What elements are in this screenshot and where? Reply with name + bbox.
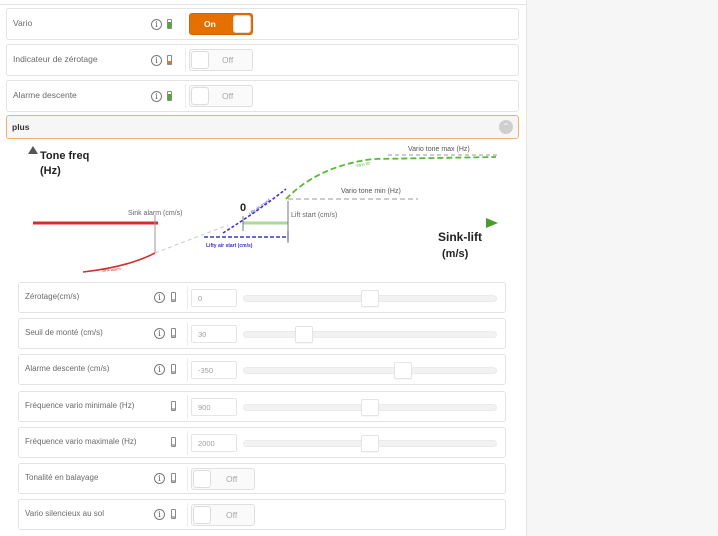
info-icon[interactable]: i <box>154 328 165 339</box>
setting-label: Indicateur de zérotage <box>13 54 98 64</box>
setting-label: Vario silencieux au sol <box>25 509 105 518</box>
slider-track[interactable] <box>243 367 497 374</box>
info-icon[interactable]: i <box>151 91 162 102</box>
row-separator <box>185 48 186 72</box>
row-separator <box>187 431 188 455</box>
battery-icon <box>171 364 176 374</box>
battery-icon <box>167 19 172 29</box>
vario-toggle[interactable]: On <box>189 13 253 35</box>
y-axis-unit: (Hz) <box>40 165 61 177</box>
slider-thumb[interactable] <box>361 290 379 307</box>
setting-row-zerotage-indicator: Indicateur de zérotage i Off <box>6 44 519 76</box>
info-icon[interactable]: i <box>154 364 165 375</box>
battery-icon <box>167 91 172 101</box>
x-axis-arrow <box>486 218 498 228</box>
toggle-knob <box>191 87 209 105</box>
setting-row-vario: Vario i On <box>6 8 519 40</box>
battery-icon <box>171 509 176 519</box>
battery-icon <box>171 473 176 483</box>
lifty-air-curve-label: Lifty air sound <box>248 197 271 215</box>
value-input[interactable]: 2000 <box>191 434 237 452</box>
sink-alarm-curve-label: Sink alarm <box>102 266 122 273</box>
lifty-air-start-label: Lifty air start (cm/s) <box>206 243 253 249</box>
setting-label: Seuil de monté (cm/s) <box>25 328 103 337</box>
top-border <box>0 0 526 5</box>
row-separator <box>187 467 188 491</box>
slider-thumb[interactable] <box>295 326 313 343</box>
setting-label: Vario <box>13 18 33 28</box>
setting-toggle[interactable]: Off <box>191 504 255 526</box>
battery-icon <box>171 401 176 411</box>
toggle-knob <box>191 51 209 69</box>
y-axis-arrow <box>28 146 38 154</box>
battery-icon <box>171 292 176 302</box>
setting-label: Zérotage(cm/s) <box>25 292 80 301</box>
x-axis-unit: (m/s) <box>442 248 469 260</box>
setting-row: Fréquence vario maximale (Hz) 2000 <box>18 427 506 458</box>
row-separator <box>185 12 186 36</box>
toggle-label: Off <box>226 510 238 520</box>
row-separator <box>187 286 188 310</box>
info-icon[interactable]: i <box>154 509 165 520</box>
toggle-knob <box>233 15 251 33</box>
setting-row-sink-alarm: Alarme descente i Off <box>6 80 519 112</box>
row-separator <box>185 84 186 108</box>
info-icon[interactable]: i <box>151 55 162 66</box>
battery-icon <box>171 437 176 447</box>
info-icon[interactable]: i <box>154 473 165 484</box>
slider-thumb[interactable] <box>361 435 379 452</box>
row-separator <box>187 395 188 419</box>
value-input[interactable]: -350 <box>191 361 237 379</box>
value-input[interactable]: 30 <box>191 325 237 343</box>
chevron-up-icon[interactable]: ⌃ <box>499 120 513 134</box>
tone-min-label: Vario tone min (Hz) <box>341 188 401 195</box>
x-axis-title: Sink-lift <box>438 230 482 244</box>
value-input[interactable]: 900 <box>191 398 237 416</box>
zero-label: 0 <box>240 202 246 214</box>
tone-max-label: Vario tone max (Hz) <box>408 146 470 153</box>
setting-row: Seuil de monté (cm/s) i 30 <box>18 318 506 349</box>
toggle-label: Off <box>222 91 234 101</box>
setting-row: Tonalité en balayage i Off <box>18 463 506 494</box>
zerotage-indicator-toggle[interactable]: Off <box>189 49 253 71</box>
section-header-plus[interactable]: plus ⌃ <box>6 115 519 139</box>
sink-alarm-toggle[interactable]: Off <box>189 85 253 107</box>
battery-icon <box>167 55 172 65</box>
setting-label: Fréquence vario maximale (Hz) <box>25 437 137 446</box>
setting-row: Zérotage(cm/s) i 0 <box>18 282 506 313</box>
right-panel <box>526 0 718 536</box>
slider-thumb[interactable] <box>361 399 379 416</box>
lift-start-label: Lift start (cm/s) <box>291 212 337 219</box>
y-axis-title: Tone freq <box>40 150 89 162</box>
setting-label: Fréquence vario minimale (Hz) <box>25 401 135 410</box>
setting-label: Alarme descente (cm/s) <box>25 364 110 373</box>
setting-row: Alarme descente (cm/s) i -350 <box>18 354 506 385</box>
section-title: plus <box>12 122 30 132</box>
slider-track[interactable] <box>243 331 497 338</box>
value-input[interactable]: 0 <box>191 289 237 307</box>
battery-icon <box>171 328 176 338</box>
tone-diagram: Tone freq (Hz) Sink-lift (m/s) Sink alar… <box>28 146 498 273</box>
row-separator <box>187 322 188 346</box>
row-separator <box>187 503 188 527</box>
slider-thumb[interactable] <box>394 362 412 379</box>
setting-row: Fréquence vario minimale (Hz) 900 <box>18 391 506 422</box>
toggle-label: Off <box>222 55 234 65</box>
setting-label: Tonalité en balayage <box>25 473 99 482</box>
toggle-knob <box>193 506 211 524</box>
info-icon[interactable]: i <box>151 19 162 30</box>
row-separator <box>187 358 188 382</box>
toggle-label: Off <box>226 474 238 484</box>
setting-row: Vario silencieux au sol i Off <box>18 499 506 530</box>
setting-toggle[interactable]: Off <box>191 468 255 490</box>
toggle-label: On <box>204 19 216 29</box>
info-icon[interactable]: i <box>154 292 165 303</box>
toggle-knob <box>193 470 211 488</box>
sink-alarm-label: Sink alarm (cm/s) <box>128 210 182 217</box>
setting-label: Alarme descente <box>13 90 77 100</box>
